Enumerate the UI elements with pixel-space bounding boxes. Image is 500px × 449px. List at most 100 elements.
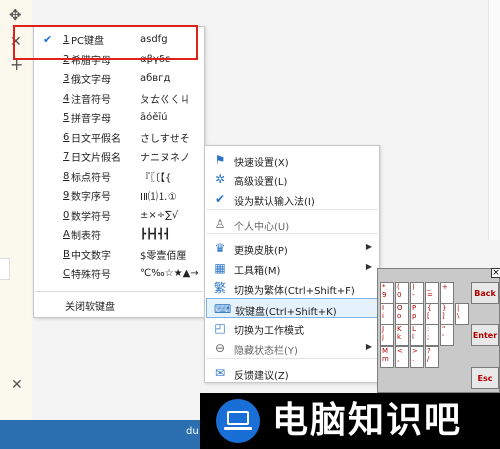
option-sample: ㄆㄊㄍㄑㄐ <box>140 94 190 106</box>
ime-context-menu: ⚑ 快速设置(X) ✲ 高级设置(L) ✔ 设为默认输入法(I) ♙ 个人中心(U) ♛ 更换皮肤… <box>204 145 380 383</box>
soft-keyboard-close-button[interactable]: × <box>491 268 500 278</box>
option-sample: 『〖〔【{ <box>140 172 172 184</box>
soft-key-char: ; <box>427 333 430 341</box>
soft-key-char: [ <box>427 312 430 320</box>
soft-key[interactable]: {[ <box>425 303 439 325</box>
soft-key[interactable]: * 9 <box>380 282 394 304</box>
soft-key-char: m <box>382 355 389 363</box>
soft-key[interactable]: }] <box>440 303 454 325</box>
soft-key-shift-char: : <box>427 325 430 333</box>
soft-keyboard-option[interactable]: B 中文数字 $零壹佰厘 <box>34 245 204 265</box>
flag-icon: ⚑ <box>214 153 226 167</box>
option-label: 俄文字母 <box>71 75 111 87</box>
ime-menu-item[interactable]: ✔ 设为默认输入法(I) <box>206 189 378 209</box>
soft-keyboard-option[interactable]: C 特殊符号 ℃‰☆★▲→ <box>34 264 204 284</box>
soft-key[interactable]: _ = <box>425 282 439 304</box>
soft-key-shift-char: M <box>382 347 389 355</box>
close-icon[interactable]: ✕ <box>11 378 23 392</box>
option-shortcut: 3 <box>63 73 70 85</box>
soft-key-shift-char: + <box>442 283 448 291</box>
watermark: 电脑知识吧 <box>200 393 500 449</box>
soft-key-char: / <box>427 355 430 363</box>
option-sample: ┣┣┫┫┫ <box>140 229 171 241</box>
soft-keyboard-option[interactable]: 5 拼音字母 āóěīú <box>34 108 204 128</box>
soft-key[interactable]: ) - <box>410 282 424 304</box>
soft-key[interactable]: >. <box>410 346 424 368</box>
soft-key[interactable]: | \ <box>455 303 469 325</box>
soft-key-shift-char: L <box>412 325 416 333</box>
minus-circle-icon: ⊖ <box>214 341 226 355</box>
move-icon[interactable]: ✥ <box>9 8 22 23</box>
soft-keyboard-option[interactable]: 9 数字序号 ⅠⅡ⑴⒈① <box>34 186 204 206</box>
option-shortcut: 4 <box>63 92 70 104</box>
soft-key-shift-char: K <box>397 325 402 333</box>
soft-key[interactable]: <, <box>395 346 409 368</box>
backspace-key[interactable]: Back <box>471 282 499 304</box>
soft-key-char: \ <box>457 312 460 320</box>
option-sample: ⅠⅡ⑴⒈① <box>140 192 177 204</box>
soft-key-char: ] <box>442 312 445 320</box>
submenu-arrow-icon: ▶ <box>365 242 372 251</box>
option-shortcut: 0 <box>63 209 70 221</box>
esc-key[interactable]: Esc <box>471 367 499 389</box>
option-shortcut: B <box>63 248 70 260</box>
ime-menu-item[interactable]: ✉ 反馈建议(Z) <box>206 363 378 383</box>
ime-menu-item[interactable]: ⌨ 软键盘(Ctrl+Shift+K) <box>206 298 378 318</box>
soft-keyboard-option[interactable]: 6 日文平假名 さしすせそ <box>34 128 204 148</box>
ime-menu-item-label: 软键盘(Ctrl+Shift+K) <box>235 307 337 318</box>
option-shortcut: A <box>63 229 70 241</box>
soft-key[interactable]: Kk <box>395 324 409 346</box>
soft-key-char: l <box>412 333 414 341</box>
partial-input-field[interactable] <box>0 258 10 280</box>
user-icon: ♙ <box>214 217 226 231</box>
soft-key-shift-char: O <box>397 304 403 312</box>
soft-keyboard-option[interactable]: 3 俄文字母 абвгд <box>34 69 204 89</box>
gear-icon: ✲ <box>214 172 226 186</box>
right-scroll-strip[interactable] <box>488 0 500 240</box>
ime-menu-item[interactable]: ✲ 高级设置(L) <box>206 169 378 189</box>
soft-key[interactable]: :; <box>425 324 439 346</box>
soft-key[interactable]: Ii <box>380 303 394 325</box>
soft-keyboard-option[interactable]: 8 标点符号 『〖〔【{ <box>34 167 204 187</box>
soft-key-shift-char: P <box>412 304 417 312</box>
ime-menu-item-label: 快速设置(X) <box>234 158 289 169</box>
option-sample: ℃‰☆★▲→ <box>140 268 199 280</box>
option-label: 日文平假名 <box>71 133 121 145</box>
ime-menu-item[interactable]: ◰ 切换为工作模式 <box>206 318 378 338</box>
option-shortcut: 9 <box>63 190 70 202</box>
close-soft-keyboard-item[interactable]: 关闭软键盘 <box>65 298 115 313</box>
soft-key[interactable]: (0 <box>395 282 409 304</box>
soft-key-shift-char: ) <box>412 283 415 291</box>
ime-menu-item-label: 更换皮肤(P) <box>234 246 288 257</box>
taskbar-label[interactable]: du <box>186 426 199 437</box>
ime-menu-item-label: 切换为繁体(Ctrl+Shift+F) <box>234 286 355 297</box>
soft-key[interactable]: Jj <box>380 324 394 346</box>
soft-key[interactable]: Ll <box>410 324 424 346</box>
soft-keyboard-option[interactable]: A 制表符 ┣┣┫┫┫ <box>34 225 204 245</box>
soft-key[interactable]: Oo <box>395 303 409 325</box>
soft-key-char: ' <box>442 333 444 341</box>
soft-key[interactable]: Mm <box>380 346 394 368</box>
ime-menu-item[interactable]: ♙ 个人中心(U) <box>206 214 378 234</box>
submenu-arrow-icon: ▶ <box>365 262 372 271</box>
soft-key-shift-char: | <box>457 304 460 312</box>
ime-menu-item[interactable]: ⚑ 快速设置(X) <box>206 150 378 170</box>
enter-key[interactable]: Enter <box>471 324 499 346</box>
laptop-logo-icon <box>216 399 260 443</box>
soft-keyboard-option[interactable]: 4 注音符号 ㄆㄊㄍㄑㄐ <box>34 89 204 109</box>
ime-menu-item-label: 高级设置(L) <box>234 177 288 188</box>
ime-menu-item[interactable]: ♛ 更换皮肤(P) ▶ <box>206 238 378 258</box>
option-sample: абвгд <box>140 73 171 85</box>
ime-menu-item[interactable]: ⊖ 隐藏状态栏(Y) ▶ <box>206 338 378 358</box>
soft-key-char: i <box>382 312 384 320</box>
plus-icon[interactable]: + <box>10 57 23 73</box>
soft-keyboard-window: × * 9(0) - _ = + Ii Oo Pp{[}] | \ Jj Kk Ll:; " ' Mm <, >.?… <box>377 268 500 393</box>
ime-menu-item[interactable]: ▦ 工具箱(M) ▶ <box>206 258 378 278</box>
soft-key[interactable]: ? / <box>425 346 439 368</box>
soft-keyboard-option[interactable]: 0 数学符号 ±×÷∑√ <box>34 206 204 226</box>
soft-key[interactable]: Pp <box>410 303 424 325</box>
soft-key[interactable]: + <box>440 282 454 304</box>
soft-key[interactable]: " ' <box>440 324 454 346</box>
ime-menu-item[interactable]: 繁切换为繁体(Ctrl+Shift+F) <box>206 278 378 298</box>
soft-keyboard-option[interactable]: 7 日文片假名 ナニヌネノ <box>34 147 204 167</box>
